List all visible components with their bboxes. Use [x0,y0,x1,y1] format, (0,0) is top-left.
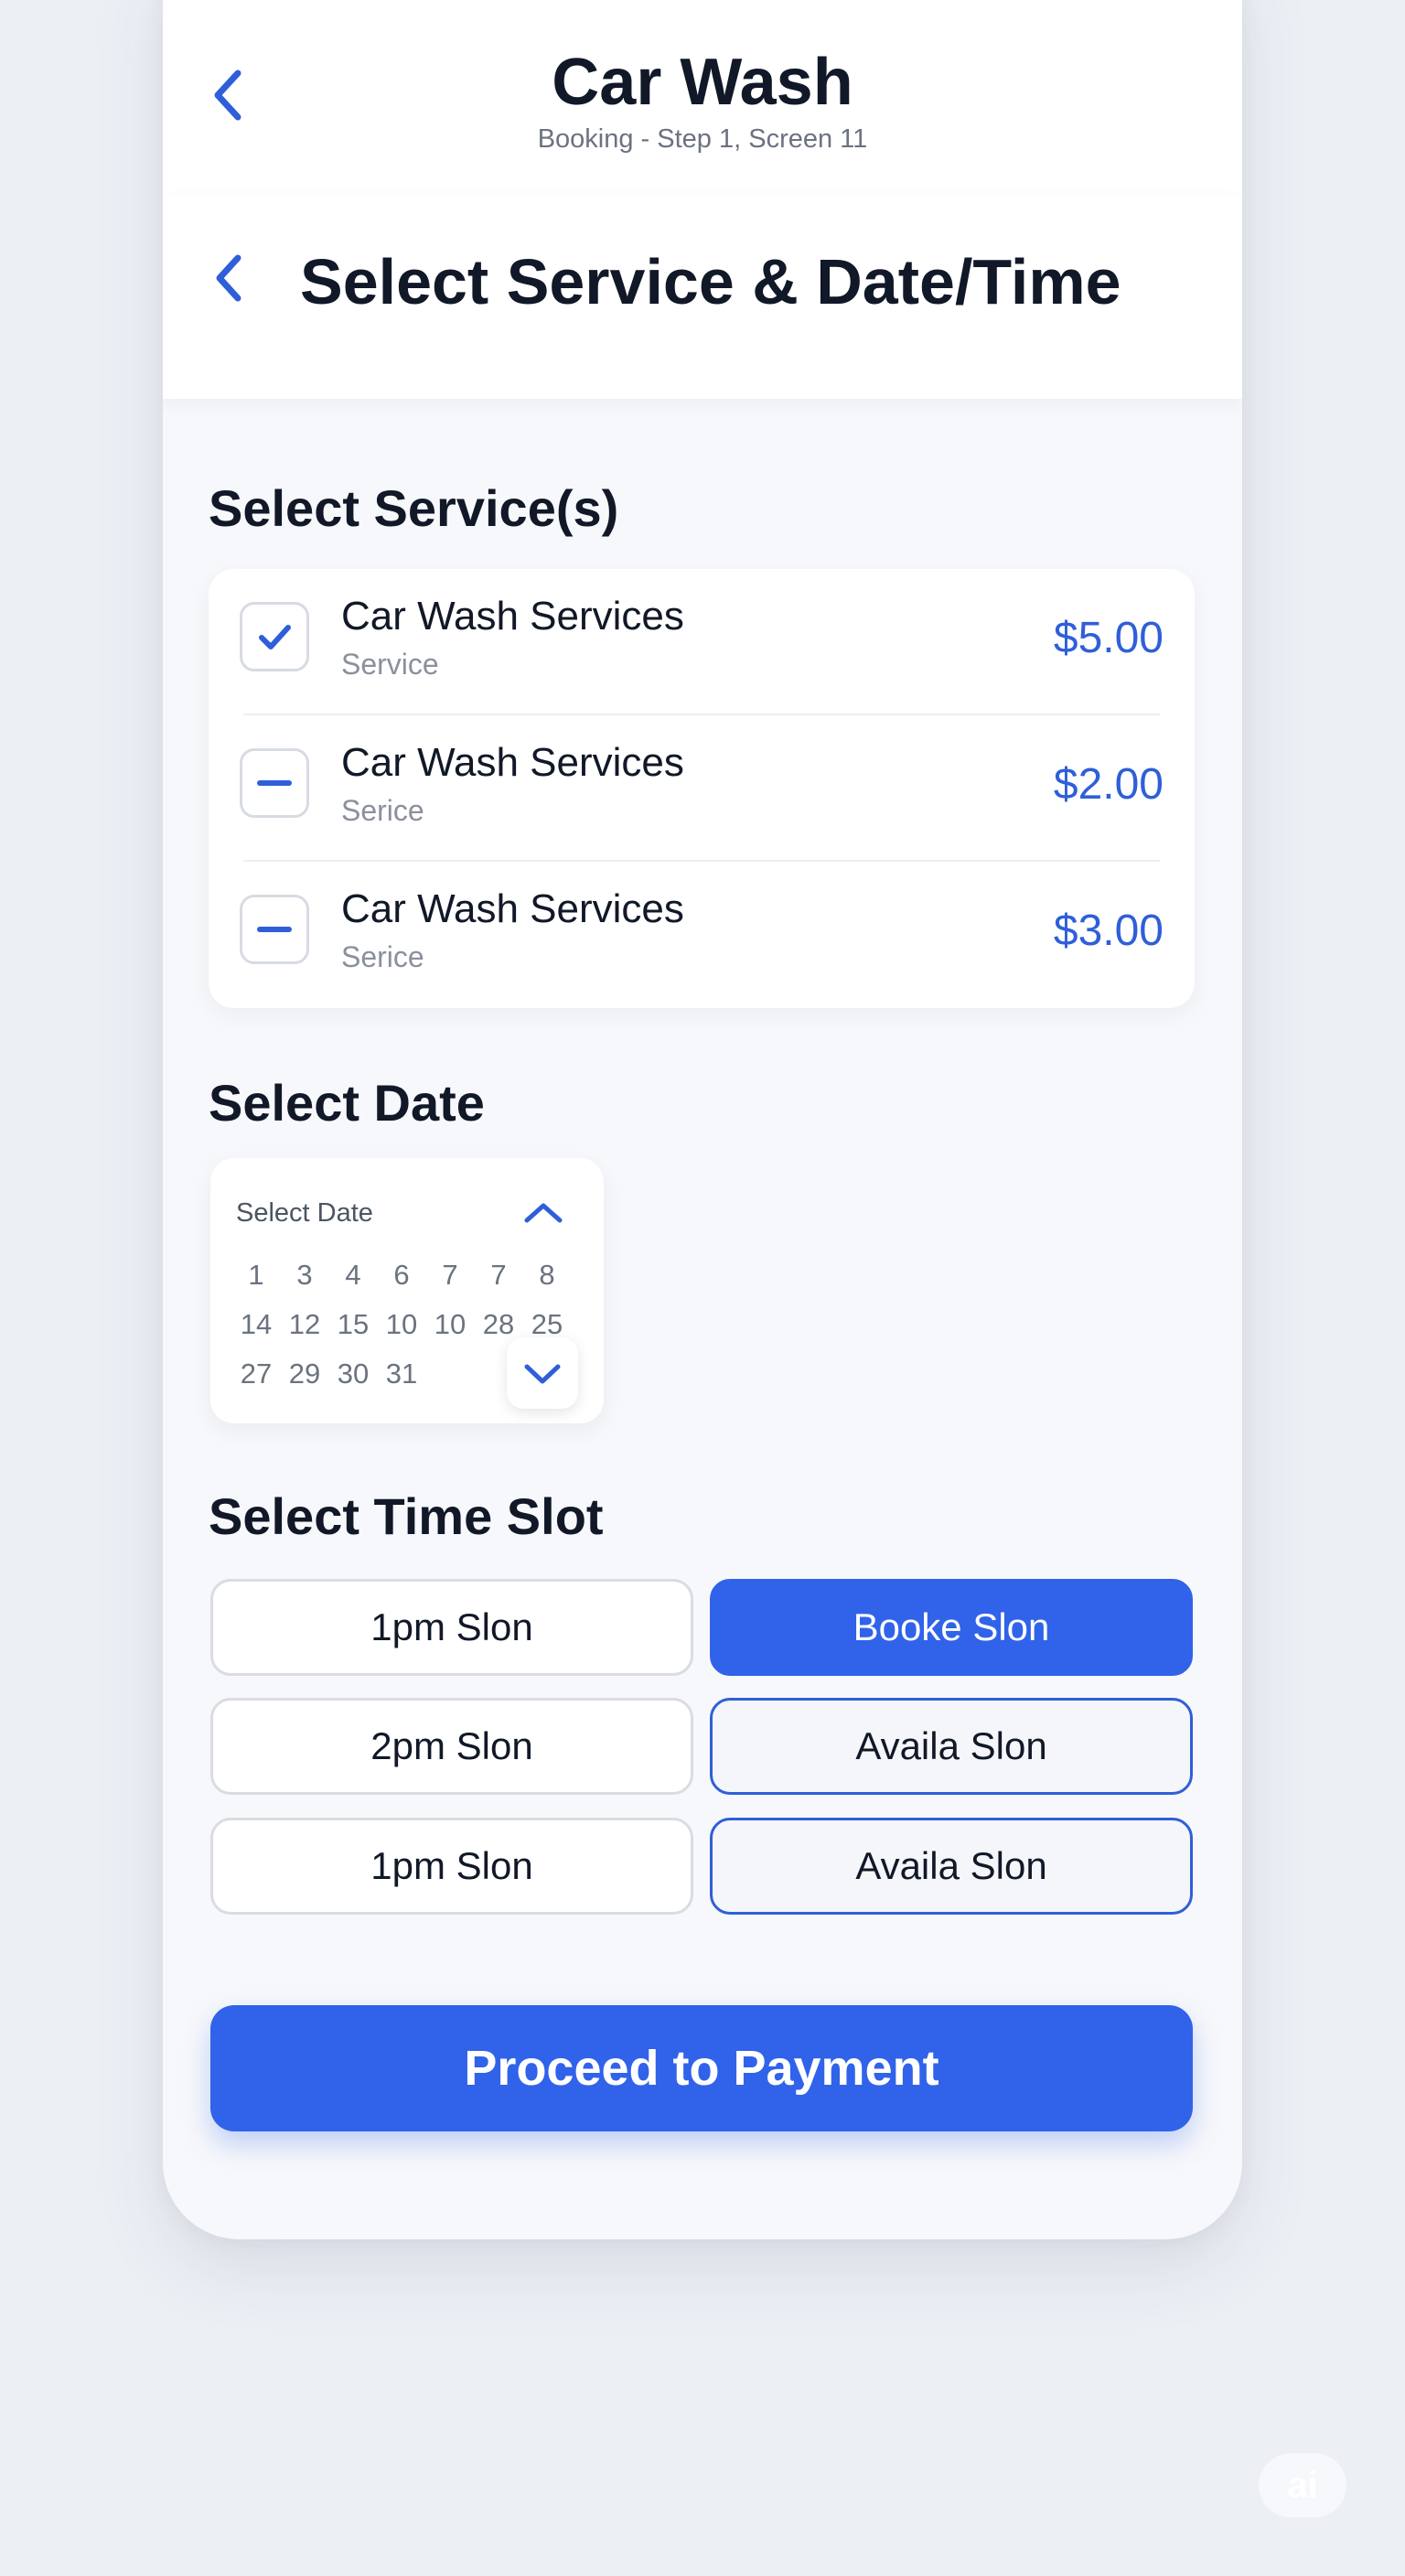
time-slot-button[interactable]: 1pm Slon [210,1579,693,1676]
date-cell[interactable]: 25 [523,1310,571,1338]
service-row[interactable]: Car Wash Services Serice $2.00 [209,715,1195,862]
phone-screen: Car Wash Booking - Step 1, Screen 11 Sel… [163,0,1242,2239]
app-header: Car Wash Booking - Step 1, Screen 11 [163,0,1242,196]
service-price: $2.00 [1053,760,1164,809]
app-title: Car Wash [552,46,853,119]
service-type: Service [341,648,439,681]
date-cell[interactable]: 1 [232,1261,280,1289]
date-heading: Select Date [209,1074,485,1132]
chevron-up-icon[interactable] [521,1198,565,1226]
date-cell[interactable]: 30 [329,1359,377,1388]
date-cell[interactable]: 8 [523,1261,571,1289]
chevron-down-icon [524,1364,561,1384]
service-checkbox[interactable] [240,602,309,671]
date-cell[interactable]: 27 [232,1359,280,1388]
services-card: Car Wash Services Service $5.00 Car Wash… [209,569,1195,1008]
date-cell[interactable]: 29 [281,1359,328,1388]
date-cell[interactable]: 31 [378,1359,425,1388]
date-cell[interactable]: 28 [475,1310,522,1338]
service-type: Serice [341,794,424,827]
service-name: Car Wash Services [341,886,684,931]
minus-icon [257,780,292,786]
date-cell[interactable]: 3 [281,1261,328,1289]
time-slot-button[interactable]: Availa Slon [710,1698,1193,1795]
service-type: Serice [341,940,424,973]
service-row[interactable]: Car Wash Services Service $5.00 [209,569,1195,715]
date-cell[interactable]: 7 [475,1261,522,1289]
check-icon [259,625,291,649]
date-cell[interactable]: 15 [329,1310,377,1338]
date-picker-label: Select Date [236,1198,373,1228]
date-cell[interactable]: 4 [329,1261,377,1289]
service-price: $3.00 [1053,907,1164,955]
date-next-button[interactable] [507,1337,578,1409]
page-header: Select Service & Date/Time [163,196,1242,399]
service-row[interactable]: Car Wash Services Serice $3.00 [209,862,1195,1008]
service-name: Car Wash Services [341,740,684,785]
date-cell[interactable]: 7 [426,1261,474,1289]
time-heading: Select Time Slot [209,1487,604,1545]
minus-icon [257,927,292,932]
time-slot-button[interactable]: 1pm Slon [210,1818,693,1915]
proceed-to-payment-button[interactable]: Proceed to Payment [210,2005,1193,2131]
time-slot-button[interactable]: 2pm Slon [210,1698,693,1795]
service-name: Car Wash Services [341,594,684,639]
date-cell[interactable]: 10 [378,1310,425,1338]
service-checkbox[interactable] [240,748,309,818]
date-cell[interactable]: 14 [232,1310,280,1338]
back-chevron-icon[interactable] [212,251,247,306]
page-title: Select Service & Date/Time [300,246,1121,317]
service-price: $5.00 [1053,614,1164,662]
app-subtitle: Booking - Step 1, Screen 11 [537,124,868,154]
ai-badge: ai [1259,2453,1346,2517]
date-cell[interactable]: 10 [426,1310,474,1338]
date-cell[interactable]: 12 [281,1310,328,1338]
time-slot-button[interactable]: Booke Slon [710,1579,1193,1676]
date-cell[interactable]: 6 [378,1261,425,1289]
time-slot-button[interactable]: Availa Slon [710,1818,1193,1915]
services-heading: Select Service(s) [209,479,619,537]
date-picker: Select Date 1 3 4 6 7 7 8 14 12 15 10 10… [210,1158,604,1423]
service-checkbox[interactable] [240,895,309,964]
